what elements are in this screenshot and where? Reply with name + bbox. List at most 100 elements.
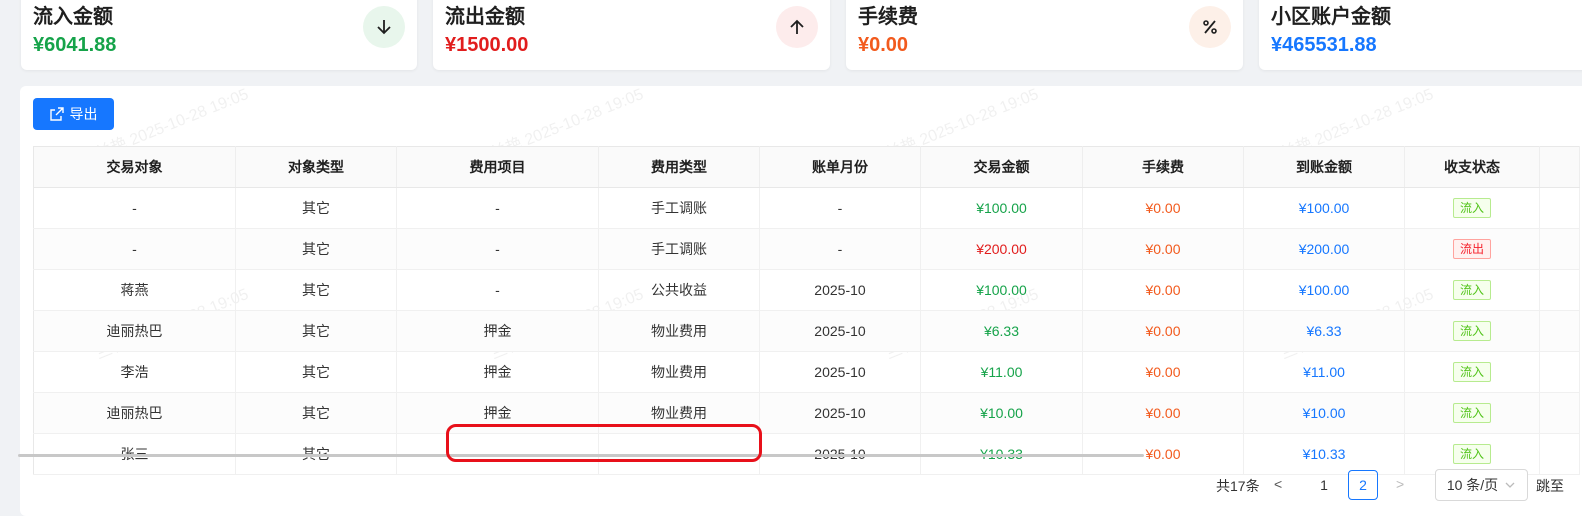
cell-amount: ¥100.00 [920, 187, 1083, 229]
col-header: 交易金额 [920, 146, 1083, 188]
cell-object-type: 其它 [235, 351, 397, 393]
cell-object-type: 其它 [235, 228, 397, 270]
pagination-page-1[interactable]: 1 [1309, 470, 1339, 500]
col-header: 账单月份 [759, 146, 921, 188]
cell-object: 蒋燕 [33, 269, 236, 311]
cell-fee: ¥0.00 [1082, 351, 1244, 393]
table-row: 迪丽热巴 其它 押金 物业费用 2025-10 ¥10.00 ¥0.00 ¥10.00 流入 [33, 392, 1580, 434]
cell-amount: ¥200.00 [920, 228, 1083, 270]
pagination-page-2[interactable]: 2 [1348, 470, 1378, 500]
cell-bill-month: 2025-10 [759, 351, 921, 393]
stat-value: ¥1500.00 [445, 34, 529, 56]
percent-icon [1189, 6, 1231, 48]
highlight-annotation-box [446, 424, 762, 462]
cell-fee-type: 物业费用 [598, 351, 760, 393]
col-header: 交易对象 [33, 146, 236, 188]
cell-fee: ¥0.00 [1082, 392, 1244, 434]
cell-object: 迪丽热巴 [33, 310, 236, 352]
cell-fee-item: - [396, 269, 599, 311]
cell-status: 流入 [1404, 392, 1540, 434]
stat-card-fee: 手续费 ¥0.00 [846, 0, 1243, 70]
pagination-next-button[interactable]: > [1396, 476, 1404, 506]
cell-object: - [33, 228, 236, 270]
stat-title: 流入金额 [33, 6, 113, 28]
cell-amount: ¥6.33 [920, 310, 1083, 352]
cell-status: 流出 [1404, 228, 1540, 270]
stat-title: 手续费 [858, 6, 918, 28]
cell-status: 流入 [1404, 351, 1540, 393]
cell-received: ¥6.33 [1243, 310, 1405, 352]
cell-bill-month: 2025-10 [759, 310, 921, 352]
cell-received: ¥100.00 [1243, 187, 1405, 229]
cell-object-type: 其它 [235, 310, 397, 352]
cell-received: ¥100.00 [1243, 269, 1405, 311]
pagination-jump-label: 跳至 [1536, 478, 1564, 494]
table-row: - 其它 - 手工调账 - ¥200.00 ¥0.00 ¥200.00 流出 [33, 228, 1580, 270]
stat-value: ¥6041.88 [33, 34, 117, 56]
table-row: 蒋燕 其它 - 公共收益 2025-10 ¥100.00 ¥0.00 ¥100.00 流入 [33, 269, 1580, 311]
stat-card-outflow: 流出金额 ¥1500.00 [433, 0, 830, 70]
col-header: 到账金额 [1243, 146, 1405, 188]
cell-fee: ¥0.00 [1082, 187, 1244, 229]
stat-value: ¥465531.88 [1271, 34, 1377, 56]
cell-amount: ¥100.00 [920, 269, 1083, 311]
cell-fee-item: - [396, 228, 599, 270]
status-badge: 流入 [1452, 198, 1491, 218]
status-badge: 流入 [1452, 280, 1491, 300]
cell-received: ¥10.33 [1243, 433, 1405, 475]
col-header: 费用项目 [396, 146, 599, 188]
cell-overflow [1539, 269, 1580, 311]
table-row: 迪丽热巴 其它 押金 物业费用 2025-10 ¥6.33 ¥0.00 ¥6.33 流入 [33, 310, 1580, 352]
pagination-total: 共17条 [1216, 478, 1260, 494]
cell-object: 李浩 [33, 351, 236, 393]
cell-bill-month: 2025-10 [759, 392, 921, 434]
cell-fee-item: - [396, 187, 599, 229]
arrow-down-icon [363, 6, 405, 48]
cell-fee: ¥0.00 [1082, 269, 1244, 311]
stat-card-inflow: 流入金额 ¥6041.88 [21, 0, 417, 70]
cell-overflow [1539, 187, 1580, 229]
cell-fee-type: 手工调账 [598, 187, 760, 229]
cell-amount: ¥10.00 [920, 392, 1083, 434]
col-header-overflow [1539, 146, 1580, 188]
cell-object-type: 其它 [235, 269, 397, 311]
status-badge: 流入 [1452, 321, 1491, 341]
cell-object-type: 其它 [235, 392, 397, 434]
cell-object: - [33, 187, 236, 229]
cell-status: 流入 [1404, 187, 1540, 229]
cell-fee-item: 押金 [396, 351, 599, 393]
col-header: 收支状态 [1404, 146, 1540, 188]
pagination-prev-button[interactable]: < [1274, 476, 1282, 506]
col-header: 费用类型 [598, 146, 760, 188]
status-badge: 流入 [1452, 444, 1491, 464]
status-badge: 流入 [1452, 362, 1491, 382]
cell-object-type: 其它 [235, 187, 397, 229]
cell-overflow [1539, 351, 1580, 393]
export-button[interactable]: 导出 [33, 98, 114, 130]
stat-title: 流出金额 [445, 6, 525, 28]
export-label: 导出 [69, 106, 98, 122]
cell-fee-type: 物业费用 [598, 310, 760, 352]
export-icon [49, 107, 64, 121]
page-size-select[interactable]: 10 条/页 [1435, 469, 1528, 501]
stat-card-community-account: 小区账户金额 ¥465531.88 [1259, 0, 1582, 70]
cell-bill-month: - [759, 187, 921, 229]
cell-fee: ¥0.00 [1082, 310, 1244, 352]
transactions-table: 交易对象 对象类型 费用项目 费用类型 账单月份 交易金额 手续费 到账金额 收… [33, 146, 1580, 475]
stat-value: ¥0.00 [858, 34, 909, 56]
cell-bill-month: 2025-10 [759, 269, 921, 311]
cell-fee-type: 公共收益 [598, 269, 760, 311]
arrow-up-icon [776, 6, 818, 48]
cell-bill-month: - [759, 228, 921, 270]
cell-overflow [1539, 433, 1580, 475]
col-header: 对象类型 [235, 146, 397, 188]
cell-received: ¥11.00 [1243, 351, 1405, 393]
table-header-row: 交易对象 对象类型 费用项目 费用类型 账单月份 交易金额 手续费 到账金额 收… [33, 146, 1580, 188]
cell-fee-item: 押金 [396, 310, 599, 352]
table-row: 李浩 其它 押金 物业费用 2025-10 ¥11.00 ¥0.00 ¥11.00 流入 [33, 351, 1580, 393]
table-row: - 其它 - 手工调账 - ¥100.00 ¥0.00 ¥100.00 流入 [33, 187, 1580, 229]
cell-status: 流入 [1404, 269, 1540, 311]
cell-overflow [1539, 228, 1580, 270]
cell-received: ¥200.00 [1243, 228, 1405, 270]
cell-received: ¥10.00 [1243, 392, 1405, 434]
